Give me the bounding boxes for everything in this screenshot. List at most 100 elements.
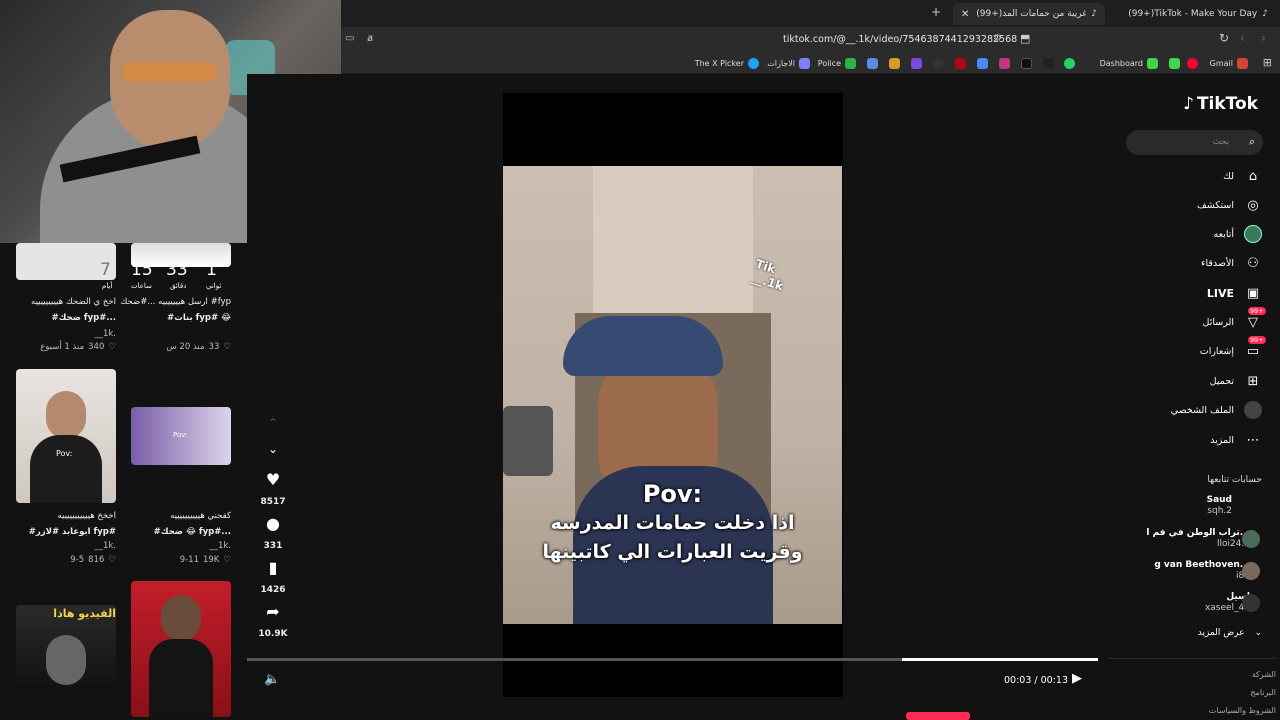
chevron-down-icon: ⌄ [1254,628,1262,638]
video-caption[interactable]: #بنات fyp# 😂 [113,311,231,325]
time-display: 00:03 / 00:13 [1004,675,1068,686]
bookmark-dashboard[interactable]: Dashboard [1100,56,1158,71]
github-icon [933,58,944,69]
nav-following[interactable]: أتابعه [1214,223,1262,245]
account-handle: sqh.2 [1207,506,1232,516]
sidebar-toggle-icon[interactable]: ▭ [345,33,354,44]
avatar[interactable] [1242,562,1260,580]
bookmark-github[interactable] [933,56,944,71]
search-box[interactable]: ⌕ بحث [1126,130,1263,155]
footer-link[interactable]: البرنامج [1250,688,1276,697]
nav-notifications[interactable]: إشعارات ▭ 99+ [1200,336,1266,362]
video-author[interactable]: __1k. [113,541,231,551]
bookmark-x[interactable] [1043,56,1054,71]
bookmark-vacations[interactable]: الاجازات [767,56,810,71]
avatar[interactable] [1242,530,1260,548]
bookmark-gmail[interactable]: Gmail [1210,56,1248,71]
tiktok-logo[interactable]: ♪ TikTok [1183,94,1258,114]
nav-label: استكشف [1196,199,1234,211]
footer-link[interactable]: الشركة [1252,670,1276,679]
tab-active-video[interactable]: ✕ (99+)عبارات غريبة من حمامات المد... ♪ [953,3,1105,25]
forward-icon[interactable]: › [1261,31,1266,45]
site-settings-icon[interactable]: ⚙ [993,33,1002,44]
avatar[interactable] [1242,594,1260,612]
bookmark-netflix[interactable] [955,56,966,71]
previous-video-icon[interactable]: ⌃ [263,416,283,430]
bookmark-label: The X Picker [694,59,744,68]
bookmark-youtube[interactable] [1187,56,1198,71]
nav-messages[interactable]: الرسائل ▽ 99+ [1203,307,1266,333]
notification-icon: ▭ 99+ [1246,336,1266,359]
nav-explore[interactable]: استكشف ◎ [1197,194,1262,216]
nav-live[interactable]: LIVE ▣ [1207,282,1262,304]
share-icon[interactable]: ➦ [263,602,283,621]
account-handle: lloi24.8 [1216,539,1250,549]
footer-link[interactable]: الشروط والسياسات [1209,706,1276,715]
bookmark-tiktok[interactable] [1021,56,1032,71]
bookmark-x-picker[interactable]: The X Picker [695,56,759,71]
bookmark-translate[interactable] [977,56,988,71]
video-caption[interactable]: كفحني هييييييييييه [113,509,231,523]
account-handle: i84 [1154,571,1250,582]
upload-icon: ⊞ [1247,373,1259,389]
video-thumbnail[interactable] [131,581,231,717]
play-icon[interactable]: ▶ [1072,671,1082,686]
apps-icon[interactable]: ⊞ [1263,56,1272,69]
search-icon[interactable]: ⌕ [1249,135,1255,149]
tiktok-icon [1021,58,1032,69]
tab-tiktok-home[interactable]: (99+)TikTok - Make Your Day ♪ [1106,3,1276,25]
video-author[interactable]: __1k. [0,541,116,551]
video-thumbnail[interactable]: الفيديو هاذا [16,605,116,691]
progress-bar[interactable] [247,658,1098,661]
video-caption[interactable]: #ضحك fyp#... [0,311,116,325]
video-caption[interactable]: #ابوعابد #لازر fyp# [0,525,116,539]
following-account[interactable]: Saud sqh.2 [1207,495,1232,517]
video-caption[interactable]: #ضحك 😂 fyp#... [113,525,231,539]
nav-friends[interactable]: الأصدقاء ⚇ [1201,252,1262,274]
following-account[interactable]: تراب الوطن في فم ا...lloi24.8 [1146,528,1250,550]
url-text[interactable]: tiktok.com/@__.1k/video/7546387441293282… [783,34,1017,45]
bookmark-whatsapp[interactable] [1064,56,1075,71]
video-age: 9-11 [179,555,199,565]
tiktok-sidebar: ♪ TikTok ⌕ بحث لك ⌂ استكشف ◎ أتابعه الأصدق… [1100,74,1280,720]
show-more-button[interactable]: عرض المزيد ⌄ [1198,628,1262,638]
nav-upload[interactable]: تحميل ⊞ [1210,370,1262,392]
close-tab-icon[interactable]: ✕ [961,9,969,20]
nav-more[interactable]: المزيد ⋯ [1210,429,1262,451]
comment-icon[interactable]: ● [263,514,283,533]
volume-icon[interactable]: 🔈 [264,672,280,687]
save-icon[interactable]: ▮ [263,558,283,577]
video-caption[interactable]: اخخ ي الضحك هيييييييييه [0,295,116,309]
translate-icon[interactable]: ⱥ [367,33,373,44]
bookmark-skype[interactable] [911,56,922,71]
search-placeholder: بحث [1212,137,1229,147]
list-icon [799,58,810,69]
nav-label: المزيد [1210,434,1234,446]
video-thumbnail[interactable]: Pov: [16,369,116,503]
video-caption[interactable]: ارسل هيييييييه ...#ضحك #fyp [113,295,231,309]
bookmark-icon[interactable]: ⬒ [1020,32,1030,45]
bookmark-instagram[interactable] [999,56,1010,71]
reload-icon[interactable]: ↻ [1219,31,1229,45]
video-age: منذ 20 س [166,342,205,352]
back-icon[interactable]: ‹ [1240,31,1245,45]
nav-profile[interactable]: الملف الشخصي [1171,399,1262,421]
bookmark-drive[interactable] [889,56,900,71]
friends-icon: ⚇ [1247,255,1259,271]
video-meta: منذ 1 أسبوع 340 ♡ [0,342,116,352]
following-account[interactable]: g van Beethoven...i84 [1154,560,1250,582]
kick-icon [1147,58,1158,69]
bookmark-kick[interactable] [1169,56,1180,71]
video-author[interactable]: __1k. [0,329,116,339]
nav-for-you[interactable]: لك ⌂ [1223,165,1262,187]
like-icon[interactable]: ♥ [263,470,283,489]
video-thumbnail[interactable]: Pov: [131,407,231,465]
bookmark-link[interactable] [867,56,878,71]
follow-button[interactable] [906,712,970,720]
bookmark-police[interactable]: Police [818,56,856,71]
video-likes: 816 [88,555,105,565]
new-tab-button[interactable]: + [931,5,941,19]
video-frame[interactable]: Tik __.1k Pov: اذا دخلت حمامات المدرسه و… [503,166,842,624]
next-video-icon[interactable]: ⌄ [263,442,283,456]
video-caption[interactable]: اخخخ هيييييييييييه [0,509,116,523]
